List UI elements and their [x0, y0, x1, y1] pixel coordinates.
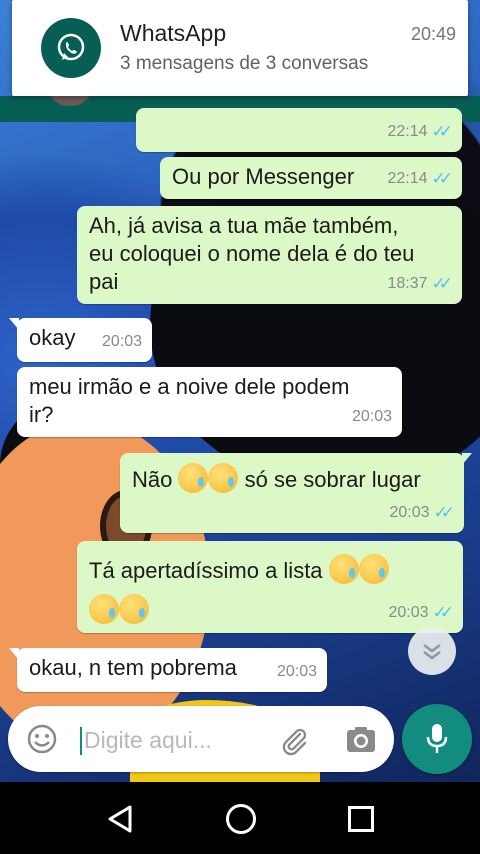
recent-apps-icon[interactable]: [348, 806, 374, 832]
message-time: 18:37: [387, 275, 428, 292]
message-composer[interactable]: Digite aqui...: [8, 706, 394, 772]
microphone-button[interactable]: [402, 704, 472, 774]
notification-summary: 3 mensagens de 3 conversas: [120, 53, 369, 74]
scroll-to-bottom-button[interactable]: [408, 627, 456, 675]
message-text-line: eu coloquei o nome dela é do teu: [89, 241, 415, 266]
bubble-tail: [462, 453, 472, 465]
read-ticks-icon: ✓✓: [431, 169, 453, 188]
message-bubble-outgoing[interactable]: Ah, já avisa a tua mãe também, eu coloqu…: [77, 206, 462, 304]
paperclip-icon[interactable]: [278, 725, 310, 757]
notification-time: 20:49: [410, 24, 456, 44]
emoji-icon[interactable]: [26, 723, 58, 755]
read-ticks-icon: ✓✓: [432, 603, 454, 622]
message-text-line: pai: [89, 269, 119, 294]
message-bubble-outgoing[interactable]: Não só se sobrar lugar 20:03 ✓✓: [120, 453, 472, 533]
text-cursor: [80, 727, 82, 755]
message-text: só se sobrar lugar: [244, 467, 421, 492]
read-ticks-icon: ✓✓: [431, 122, 453, 141]
message-text: Ou por Messenger: [172, 164, 355, 189]
message-text-line: meu irmão e a noive dele podem: [29, 374, 350, 399]
crying-face-icon: [358, 554, 389, 584]
bubble-tail: [9, 318, 19, 330]
home-icon[interactable]: [226, 804, 256, 834]
whatsapp-icon: [41, 18, 101, 78]
message-time: 20:03: [388, 604, 429, 621]
crying-face-icon: [208, 463, 239, 493]
message-time: 20:03: [101, 333, 142, 350]
message-text-line: Ah, já avisa a tua mãe também,: [89, 213, 399, 238]
message-bubble-incoming[interactable]: okau, n tem pobrema 20:03: [9, 648, 327, 692]
crying-face-icon: [119, 594, 149, 624]
bubble-tail: [9, 648, 19, 660]
notification-app-name: WhatsApp: [120, 20, 227, 46]
message-bubble-incoming[interactable]: meu irmão e a noive dele podem ir? 20:03: [17, 367, 402, 437]
camera-icon[interactable]: [346, 725, 376, 753]
message-time: 22:14: [387, 170, 428, 187]
message-time: 20:03: [389, 504, 430, 521]
message-time: 20:03: [351, 408, 392, 425]
message-text: okau, n tem pobrema: [29, 655, 237, 680]
read-ticks-icon: ✓✓: [431, 274, 453, 293]
message-time: 22:14: [387, 123, 428, 140]
system-navigation-bar: [0, 782, 480, 854]
crying-face-icon: [89, 594, 119, 624]
message-bubble-outgoing[interactable]: 22:14 ✓✓: [136, 108, 462, 152]
message-input[interactable]: Digite aqui...: [84, 727, 212, 754]
message-text: Não: [132, 467, 173, 492]
notification-banner[interactable]: WhatsApp 20:49 3 mensagens de 3 conversa…: [12, 0, 468, 96]
double-chevron-down-icon: [423, 644, 441, 660]
message-bubble-outgoing[interactable]: Ou por Messenger 22:14 ✓✓: [160, 157, 462, 199]
crying-face-icon: [178, 463, 209, 493]
message-text-line: ir?: [29, 402, 54, 427]
read-ticks-icon: ✓✓: [433, 503, 455, 522]
crying-face-icon: [328, 554, 359, 584]
message-text: Tá apertadíssimo a lista: [89, 558, 323, 583]
message-time: 20:03: [276, 663, 317, 680]
message-text: okay: [29, 325, 76, 350]
back-icon[interactable]: [106, 804, 134, 834]
message-bubble-outgoing[interactable]: Tá apertadíssimo a lista 20:03 ✓✓: [77, 541, 463, 633]
microphone-icon: [426, 724, 448, 753]
message-bubble-incoming[interactable]: okay 20:03: [9, 318, 152, 362]
